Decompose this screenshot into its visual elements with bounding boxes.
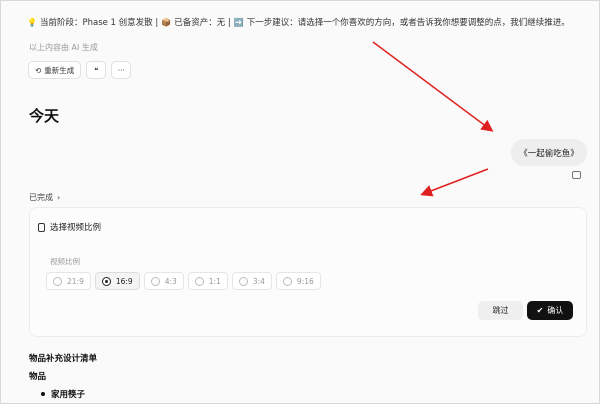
phone-icon	[38, 222, 45, 232]
regenerate-label: 重新生成	[44, 65, 75, 75]
radio-icon	[150, 276, 160, 286]
chat-window: 💡 当前阶段：Phase 1 创意发散 | 📦 已备资产：无 | ➡️ 下一步建…	[0, 0, 600, 404]
date-heading: 今天	[29, 107, 60, 125]
annotation-arrow-1	[372, 41, 494, 132]
ratio-option-16-9[interactable]: 16:9	[94, 272, 140, 290]
chevron-right-icon: ›	[57, 193, 61, 202]
lightbulb-icon: 💡	[27, 17, 37, 27]
ratio-option-21-9[interactable]: 21:9	[46, 272, 91, 290]
ratio-option-4-3[interactable]: 4:3	[143, 272, 184, 290]
list-item: 家用筷子	[41, 388, 85, 400]
ratio-option-label: 3:4	[252, 276, 265, 286]
annotation-arrow-2	[420, 168, 489, 197]
list-title: 物品补充设计清单	[29, 354, 98, 364]
radio-icon	[53, 276, 62, 286]
bullet-icon	[41, 392, 45, 396]
user-message-bubble: 《一起偷吃鱼》	[511, 139, 587, 166]
panel-header: 选择视频比例	[38, 221, 101, 233]
more-icon: ···	[117, 65, 125, 75]
status-line: 💡 当前阶段：Phase 1 创意发散 | 📦 已备资产：无 | ➡️ 下一步建…	[27, 16, 570, 29]
confirm-label: 确认	[547, 306, 564, 315]
quote-button[interactable]: ❝	[86, 61, 107, 79]
ratio-option-label: 1:1	[208, 276, 221, 286]
ratio-option-label: 16:9	[115, 276, 133, 286]
ratio-option-3-4[interactable]: 3:4	[231, 272, 272, 290]
user-message-text: 《一起偷吃鱼》	[519, 148, 579, 159]
quote-icon: ❝	[94, 65, 99, 75]
ratio-selection-panel: 选择视频比例 视频比例 21:9 16:9 4:3 1:1 3:4 9:16 跳…	[29, 207, 587, 337]
list-subtitle: 物品	[29, 372, 47, 382]
ratio-option-label: 21:9	[67, 276, 84, 286]
ratio-option-label: 9:16	[296, 276, 314, 286]
regenerate-button[interactable]: ⟲ 重新生成	[28, 61, 82, 79]
radio-icon	[238, 276, 248, 286]
package-icon: 📦	[161, 17, 172, 27]
check-icon: ✔	[536, 306, 544, 315]
list-item-text: 家用筷子	[51, 390, 86, 400]
arrow-right-icon: ➡️	[233, 17, 244, 27]
panel-title: 选择视频比例	[50, 223, 102, 233]
status-text-a: 当前阶段：Phase 1 创意发散 |	[39, 18, 159, 28]
more-button[interactable]: ···	[111, 61, 132, 79]
ratio-options: 21:9 16:9 4:3 1:1 3:4 9:16	[46, 272, 321, 290]
skip-button[interactable]: 跳过	[478, 301, 523, 320]
ratio-option-1-1[interactable]: 1:1	[187, 272, 228, 290]
ratio-option-9-16[interactable]: 9:16	[275, 272, 321, 290]
ai-generated-note: 以上内容由 AI 生成	[29, 43, 98, 52]
radio-icon	[282, 276, 292, 286]
completed-toggle[interactable]: 已完成 ›	[29, 192, 60, 203]
status-text-b: 已备资产：无 |	[174, 18, 231, 28]
radio-selected-icon	[101, 276, 111, 286]
confirm-button[interactable]: ✔ 确认	[527, 301, 573, 320]
status-text-c: 下一步建议：请选择一个你喜欢的方向，或者告诉我你想要调整的点，我们继续推进。	[246, 18, 570, 28]
refresh-icon: ⟲	[35, 65, 42, 75]
ratio-field-label: 视频比例	[50, 257, 80, 266]
ratio-option-label: 4:3	[164, 276, 177, 286]
radio-icon	[194, 276, 204, 286]
completed-label: 已完成	[29, 193, 53, 202]
copy-icon[interactable]	[572, 171, 581, 179]
message-actions: ⟲ 重新生成 ❝ ···	[28, 61, 132, 79]
